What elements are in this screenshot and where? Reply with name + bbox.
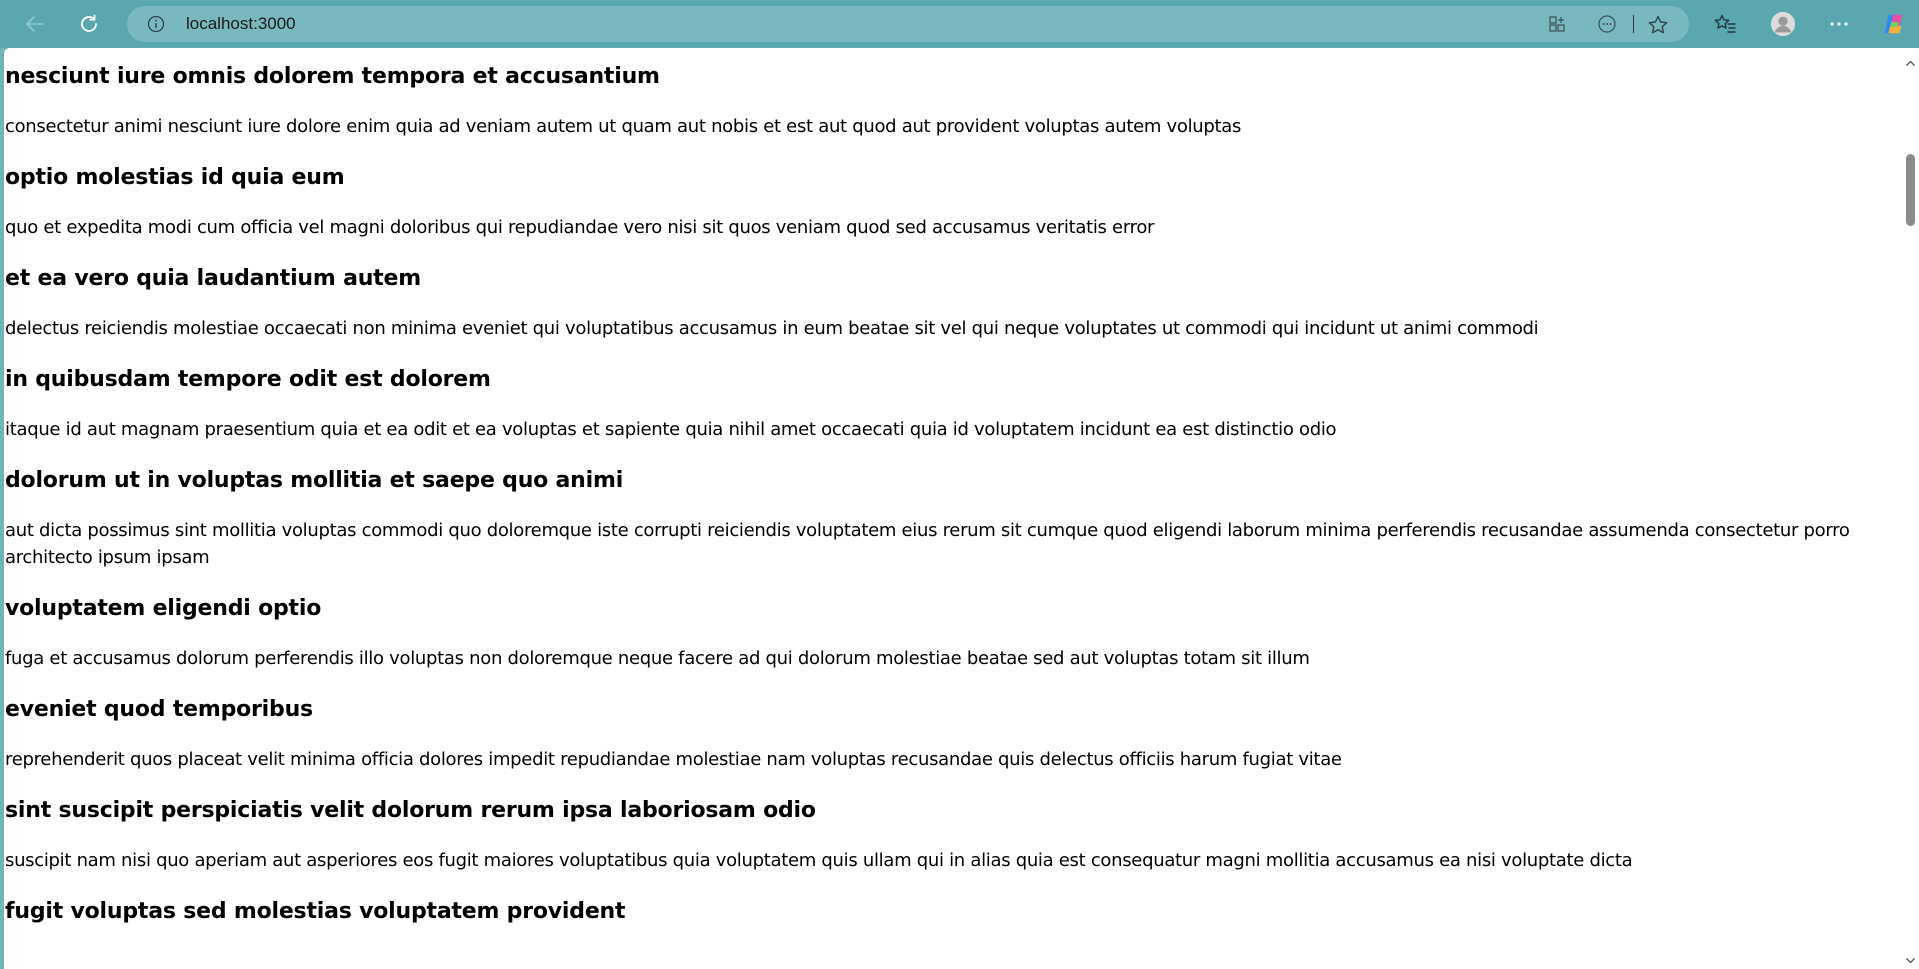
post-title: nesciunt iure omnis dolorem tempora et a… (5, 64, 660, 89)
post-title: sint suscipit perspiciatis velit dolorum… (5, 798, 816, 823)
refresh-icon[interactable] (74, 9, 104, 39)
more-icon[interactable] (1826, 11, 1852, 37)
vertical-scrollbar[interactable] (1902, 48, 1919, 969)
post-title: optio molestias id quia eum (5, 165, 345, 190)
site-info-icon[interactable] (147, 15, 165, 33)
post-list: nesciunt iure omnis dolorem tempora et a… (5, 62, 1885, 948)
browser-toolbar: localhost:3000 (0, 0, 1919, 48)
profile-icon[interactable] (1770, 11, 1796, 37)
post-title: voluptatem eligendi optio (5, 596, 322, 621)
post-body: fuga et accusamus dolorum perferendis il… (5, 648, 1310, 669)
address-bar-divider (1633, 15, 1634, 33)
page-viewport: nesciunt iure omnis dolorem tempora et a… (4, 48, 1919, 969)
scroll-up-arrow-icon[interactable] (1905, 54, 1916, 66)
favorite-star-icon[interactable] (1647, 14, 1668, 34)
post-body: reprehenderit quos placeat velit minima … (5, 749, 1342, 770)
address-bar[interactable]: localhost:3000 (127, 6, 1689, 42)
post-body: consectetur animi nesciunt iure dolore e… (5, 116, 1242, 137)
copilot-read-icon[interactable] (1597, 14, 1617, 34)
post-body: delectus reiciendis molestiae occaecati … (5, 318, 1539, 339)
scrollbar-thumb[interactable] (1906, 154, 1915, 226)
scroll-down-arrow-icon[interactable] (1905, 951, 1916, 964)
post-title: in quibusdam tempore odit est dolorem (5, 367, 491, 392)
post-title: et ea vero quia laudantium autem (5, 266, 421, 291)
post-title: dolorum ut in voluptas mollitia et saepe… (5, 468, 624, 493)
copilot-icon[interactable] (1881, 11, 1907, 37)
post-body: suscipit nam nisi quo aperiam aut asperi… (5, 850, 1633, 871)
post-title: eveniet quod temporibus (5, 697, 313, 722)
back-icon[interactable] (20, 9, 50, 39)
post-body: aut dicta possimus sint mollitia volupta… (5, 520, 1850, 568)
favorites-icon[interactable] (1712, 11, 1738, 37)
address-url[interactable]: localhost:3000 (186, 6, 296, 42)
post-body: itaque id aut magnam praesentium quia et… (5, 419, 1337, 440)
app-available-icon[interactable] (1547, 14, 1567, 34)
post-body: quo et expedita modi cum officia vel mag… (5, 217, 1155, 238)
post-title: fugit voluptas sed molestias voluptatem … (5, 899, 626, 924)
